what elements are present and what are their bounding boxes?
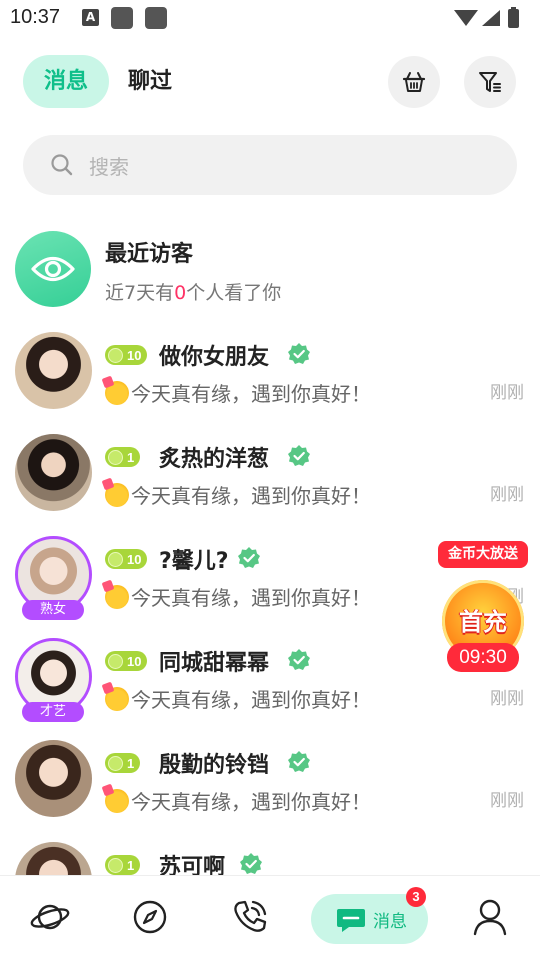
visitor-avatar [15,231,91,307]
coin-icon [108,449,123,465]
avatar[interactable] [15,332,92,409]
nav-messages-label: 消息 [373,912,407,932]
level-badge: 1 [105,447,141,467]
contact-name: 苏可啊 [159,855,226,875]
visitor-count: 0 [174,282,187,304]
party-emoji-icon [105,483,129,507]
conversation-row[interactable]: 1 殷勤的铃铛 今天真有缘，遇到你真好！ 刚刚 [0,740,540,842]
status-time: 10:37 [10,6,61,28]
coin-icon [108,551,123,567]
signal-battery-icons [454,7,519,28]
last-message: 今天真有缘，遇到你真好！ [105,582,371,611]
unread-badge: 3 [406,887,426,907]
conversation-row[interactable]: 1 炙热的洋葱 今天真有缘，遇到你真好！ 刚刚 [0,434,540,536]
visitor-title: 最近访客 [105,242,194,267]
verified-icon [288,343,310,364]
filter-button[interactable] [464,56,516,108]
compass-icon [133,900,167,934]
party-emoji-icon [105,687,129,711]
coin-icon [108,347,123,363]
bottom-nav: 消息 [0,875,540,960]
last-message: 今天真有缘，遇到你真好！ [105,786,371,815]
level-badge: 1 [105,753,141,773]
conversation-row[interactable]: 1 苏可啊 [0,842,540,875]
last-message: 今天真有缘，遇到你真好！ [105,684,371,713]
contact-name: 做你女朋友 [159,345,270,370]
nav-calls[interactable] [225,894,275,940]
avatar[interactable] [15,740,92,817]
nav-discover[interactable] [125,894,175,940]
profile-icon [473,899,507,936]
contact-name: 殷勤的铃铛 [159,753,270,778]
message-time: 刚刚 [490,791,524,811]
basket-icon [402,72,426,92]
avatar[interactable] [15,842,92,875]
tab-chatted[interactable]: 聊过 [128,55,172,108]
message-time: 刚刚 [490,689,524,709]
tab-messages[interactable]: 消息 [23,55,109,108]
contact-name: 炙热的洋葱 [159,447,270,472]
verified-icon [238,547,260,568]
level-badge: 10 [105,345,148,365]
message-time: 刚刚 [490,485,524,505]
party-emoji-icon [105,585,129,609]
nav-planet[interactable] [25,894,75,940]
nav-profile[interactable] [465,894,515,940]
search-icon [51,154,73,176]
coin-icon [108,857,123,873]
promo-title: 首充 [459,608,507,636]
search-bar[interactable]: 搜索 [23,135,517,195]
message-time: 刚刚 [490,383,524,403]
verified-icon [288,649,310,670]
verified-icon [240,853,262,874]
party-emoji-icon [105,789,129,813]
filter-icon [479,72,501,92]
party-emoji-icon [105,381,129,405]
level-badge: 1 [105,855,141,875]
message-icon [337,909,365,932]
basket-button[interactable] [388,56,440,108]
avatar-tag: 熟女 [22,600,84,620]
promo-banner: 金币大放送 [438,541,528,568]
status-bar: 10:37 A [0,0,540,38]
coin-icon [108,755,123,771]
level-badge: 10 [105,549,148,569]
coin-icon [108,653,123,669]
avatar-tag: 才艺 [22,702,84,722]
planet-icon [30,904,70,930]
last-message: 今天真有缘，遇到你真好！ [105,378,371,407]
avatar[interactable] [15,434,92,511]
contact-name: ?馨儿? [159,549,229,574]
conversation-row[interactable]: 10 做你女朋友 今天真有缘，遇到你真好！ 刚刚 [0,332,540,434]
notification-icon [145,7,167,29]
verified-icon [288,751,310,772]
eye-icon [31,256,75,282]
level-badge: 10 [105,651,148,671]
phone-call-icon [234,900,267,932]
last-message: 今天真有缘，遇到你真好！ [105,480,371,509]
contact-name: 同城甜幂幂 [159,651,270,676]
notification-a-icon: A [82,9,99,26]
visitor-subtitle: 近7天有0个人看了你 [105,282,282,304]
search-input[interactable]: 搜索 [89,151,129,180]
promo-countdown: 09:30 [447,643,519,672]
notification-icon [111,7,133,29]
verified-icon [288,445,310,466]
